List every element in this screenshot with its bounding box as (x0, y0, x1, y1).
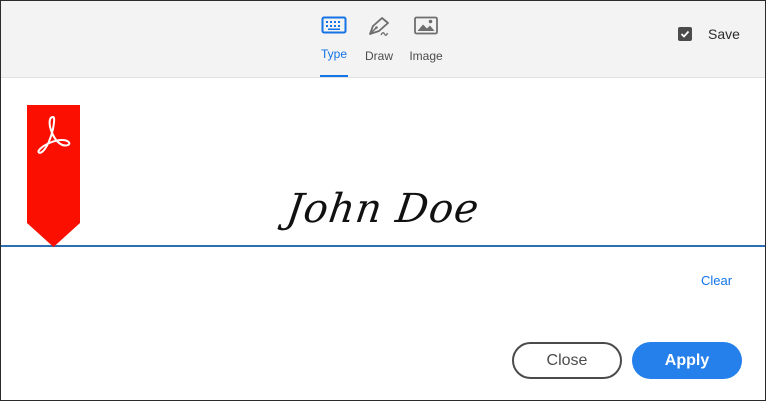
apply-button[interactable]: Apply (632, 342, 742, 379)
tab-draw[interactable]: Draw (363, 15, 395, 77)
mode-toolbar: Type Draw Image Save (1, 1, 765, 78)
tab-type[interactable]: Type (320, 15, 348, 77)
tab-draw-label: Draw (364, 49, 393, 63)
image-icon (408, 15, 444, 42)
close-button[interactable]: Close (512, 342, 622, 379)
clear-link[interactable]: Clear (701, 273, 732, 288)
signature-baseline (1, 245, 765, 247)
save-label: Save (708, 26, 740, 42)
tab-type-label: Type (320, 47, 347, 61)
tab-image[interactable]: Image (408, 15, 444, 77)
signature-text: John Doe (283, 186, 483, 232)
save-checkbox[interactable] (678, 27, 692, 41)
save-toggle[interactable]: Save (678, 26, 740, 42)
checkmark-icon (680, 30, 690, 38)
signature-dialog: Type Draw Image Save John Doe Sign Clear… (0, 0, 766, 401)
sign-ribbon-label: Sign (45, 277, 61, 309)
tab-image-label: Image (409, 49, 443, 63)
signature-area[interactable]: John Doe (1, 78, 765, 246)
sign-here-ribbon: Sign (27, 105, 80, 308)
keyboard-icon (320, 15, 348, 40)
pen-icon (363, 15, 395, 42)
